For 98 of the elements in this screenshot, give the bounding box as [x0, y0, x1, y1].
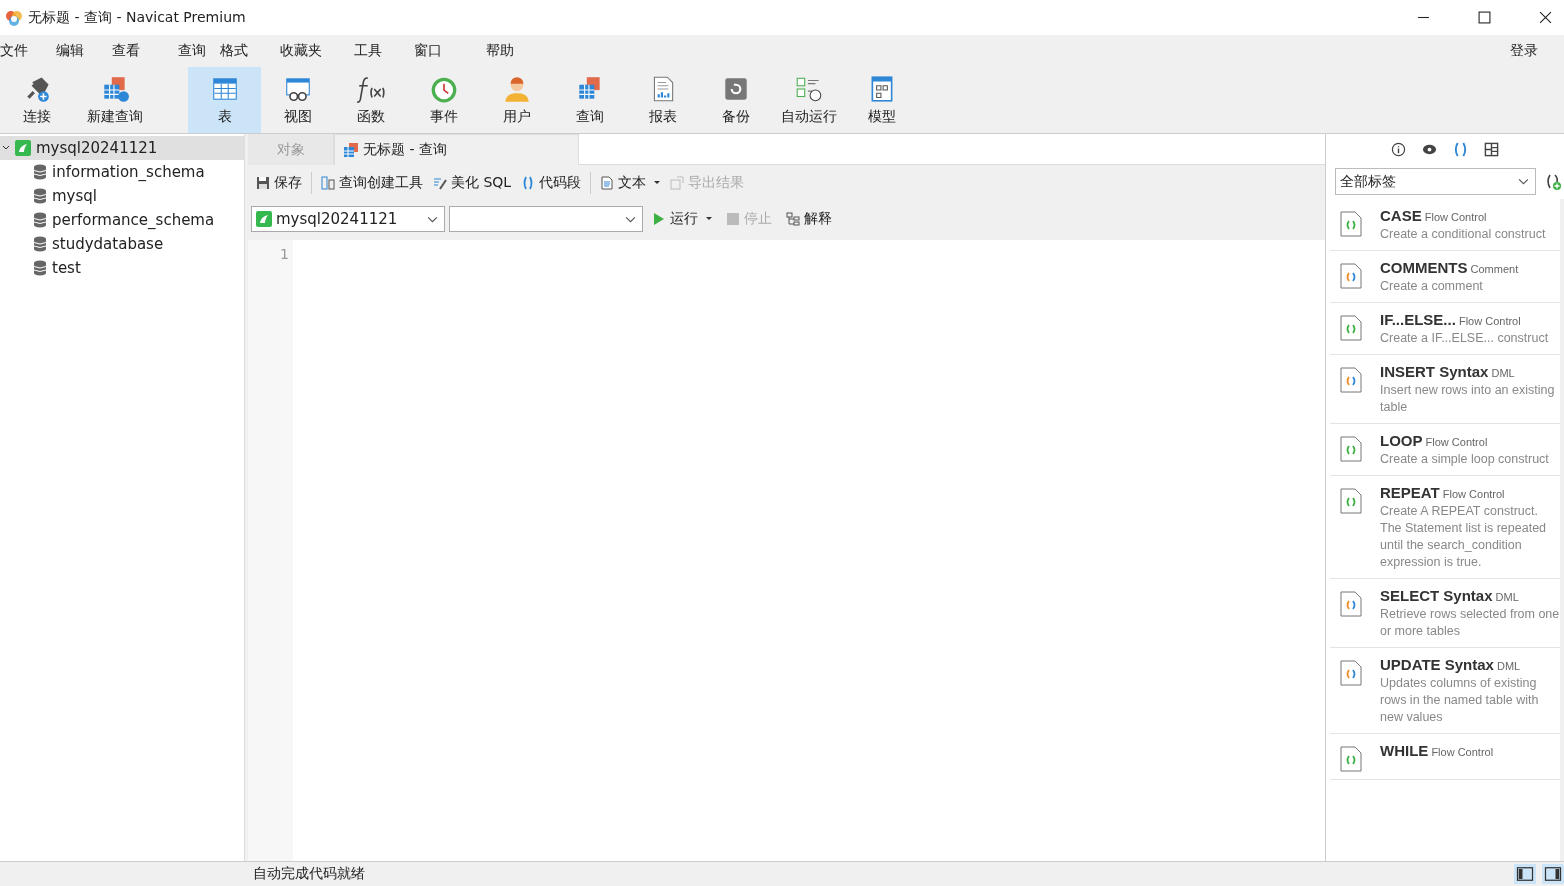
toolbar-button[interactable]: 查询创建工具	[316, 174, 428, 192]
toolbar-button[interactable]: 新建查询	[78, 67, 151, 133]
snippet-icon[interactable]	[1453, 141, 1468, 157]
snippet-title: UPDATE Syntax DML	[1380, 656, 1522, 673]
snippet-title: CASE Flow Control	[1380, 207, 1488, 224]
tree-item[interactable]: mysql20241121	[0, 136, 244, 160]
snippet-title: COMMENTS Comment	[1380, 259, 1519, 276]
toolbar-button[interactable]: 解释	[781, 210, 837, 228]
menu-item[interactable]: 文件	[0, 42, 35, 60]
snippet-description: Updates columns of existing rows in the named table with new values	[1380, 675, 1540, 726]
tree-item[interactable]: performance_schema	[0, 208, 244, 232]
menu-item[interactable]: 查询	[171, 42, 213, 60]
toolbar-button[interactable]: 美化 SQL	[428, 174, 517, 192]
menu-item[interactable]: 查看	[105, 42, 147, 60]
chevron-down-icon	[1518, 178, 1529, 185]
toolbar-button[interactable]: 报表	[626, 67, 699, 133]
toolbar-button[interactable]: 文本	[595, 174, 666, 192]
window-title: 无标题 - 查询 - Navicat Premium	[28, 8, 246, 27]
snippet-item[interactable]: LOOP Flow Control Create a simple loop construct	[1330, 424, 1560, 476]
snippet-description: Create a simple loop construct	[1380, 451, 1549, 468]
query-icon	[343, 142, 359, 158]
menu-item[interactable]: 编辑	[49, 42, 91, 60]
tree-item[interactable]: studydatabase	[0, 232, 244, 256]
database-icon	[33, 212, 47, 228]
info-icon[interactable]	[1391, 141, 1406, 157]
caret-icon	[706, 217, 712, 221]
toolbar-button[interactable]: 自动运行	[772, 67, 845, 133]
panel-right-icon[interactable]	[1542, 864, 1564, 884]
tag-select[interactable]: 全部标签	[1335, 168, 1536, 195]
snippet-item[interactable]: COMMENTS Comment Create a comment	[1330, 251, 1560, 303]
toolbar-button[interactable]: 代码段	[516, 174, 587, 192]
snippet-item[interactable]: SELECT Syntax DML Retrieve rows selected from one or more tables	[1330, 579, 1560, 648]
toolbar-button[interactable]: 备份	[699, 67, 772, 133]
add-snippet-icon[interactable]	[1544, 172, 1562, 191]
close-icon[interactable]	[1539, 11, 1552, 24]
snippet-title: IF...ELSE... Flow Control	[1380, 311, 1522, 328]
snippet-item[interactable]: IF...ELSE... Flow Control Create a IF...ELSE... construct	[1330, 303, 1560, 355]
toolbar-button[interactable]: 查询	[553, 67, 626, 133]
layout-icon[interactable]	[1484, 141, 1499, 157]
snippet-description: Create a conditional construct	[1380, 226, 1546, 243]
export-icon	[670, 176, 685, 190]
toolbar-button[interactable]: 视图	[261, 67, 334, 133]
status-text: 自动完成代码就绪	[253, 865, 365, 883]
connection-icon	[256, 211, 272, 227]
snippet-item[interactable]: WHILE Flow Control	[1330, 734, 1560, 780]
snippet-item[interactable]: CASE Flow Control Create a conditional construct	[1330, 199, 1560, 251]
tree-item[interactable]: test	[0, 256, 244, 280]
toolbar-button[interactable]: 运行	[647, 210, 717, 228]
database-icon	[33, 164, 47, 180]
tab[interactable]: 无标题 - 查询	[334, 134, 579, 165]
database-icon	[33, 260, 47, 276]
document-icon	[600, 176, 615, 190]
menu-item[interactable]: 收藏夹	[273, 42, 329, 60]
line-number: 1	[280, 246, 289, 262]
toolbar-button[interactable]: 表	[188, 67, 261, 133]
explain-icon	[786, 212, 800, 226]
maximize-icon[interactable]	[1478, 11, 1491, 24]
snippet-title: INSERT Syntax DML	[1380, 363, 1516, 380]
connection-icon	[15, 140, 31, 156]
tree-item[interactable]: information_schema	[0, 160, 244, 184]
snippet-description: Insert new rows into an existing table	[1380, 382, 1556, 416]
toolbar-button[interactable]: 事件	[407, 67, 480, 133]
beautify-icon	[433, 176, 447, 190]
toolbar-button[interactable]: 模型	[845, 67, 918, 133]
chevron-down-icon	[625, 215, 636, 223]
toolbar-button[interactable]: 保存	[251, 174, 307, 192]
connection-select[interactable]: mysql20241121	[251, 206, 445, 232]
snippet-title: SELECT Syntax DML	[1380, 587, 1520, 604]
function-icon	[355, 74, 386, 104]
snippet-title: REPEAT Flow Control	[1380, 484, 1506, 501]
toolbar-button[interactable]: 函数	[334, 67, 407, 133]
builder-icon	[321, 176, 335, 190]
snippet-item[interactable]: UPDATE Syntax DML Updates columns of existing rows in the named table with new values	[1330, 648, 1560, 734]
snippet-item[interactable]: INSERT Syntax DML Insert new rows into an existing table	[1330, 355, 1560, 424]
chevron-icon[interactable]	[2, 144, 10, 152]
stop-icon	[726, 212, 740, 226]
snippet-description: Create a comment	[1380, 278, 1484, 295]
snippet-description: Retrieve rows selected from one or more tables	[1380, 606, 1560, 640]
toolbar-button[interactable]: 连接	[0, 67, 73, 133]
menu-item[interactable]: 工具	[347, 42, 389, 60]
snippet-title: LOOP Flow Control	[1380, 432, 1489, 449]
database-icon	[33, 188, 47, 204]
play-icon	[652, 212, 666, 226]
database-icon	[33, 236, 47, 252]
caret-icon	[654, 181, 661, 185]
snippet-item[interactable]: REPEAT Flow Control Create A REPEAT construct. The Statement list is repeated until the search_condition expression is true.	[1330, 476, 1560, 579]
save-icon	[256, 176, 270, 190]
menu-item[interactable]: 帮助	[479, 42, 521, 60]
snippet-title: WHILE Flow Control	[1380, 742, 1494, 759]
toolbar-button[interactable]: 用户	[480, 67, 553, 133]
panel-left-icon[interactable]	[1514, 864, 1536, 884]
chevron-down-icon	[427, 215, 438, 223]
tree-item[interactable]: mysql	[0, 184, 244, 208]
snippet-description: Create a IF...ELSE... construct	[1380, 330, 1549, 347]
login-link[interactable]: 登录	[1510, 42, 1538, 60]
snippet-description: Create A REPEAT construct. The Statement list is repeated until the search_condition expression is true.	[1380, 503, 1548, 571]
menu-item[interactable]: 窗口	[407, 42, 449, 60]
menu-item[interactable]: 格式	[213, 42, 255, 60]
